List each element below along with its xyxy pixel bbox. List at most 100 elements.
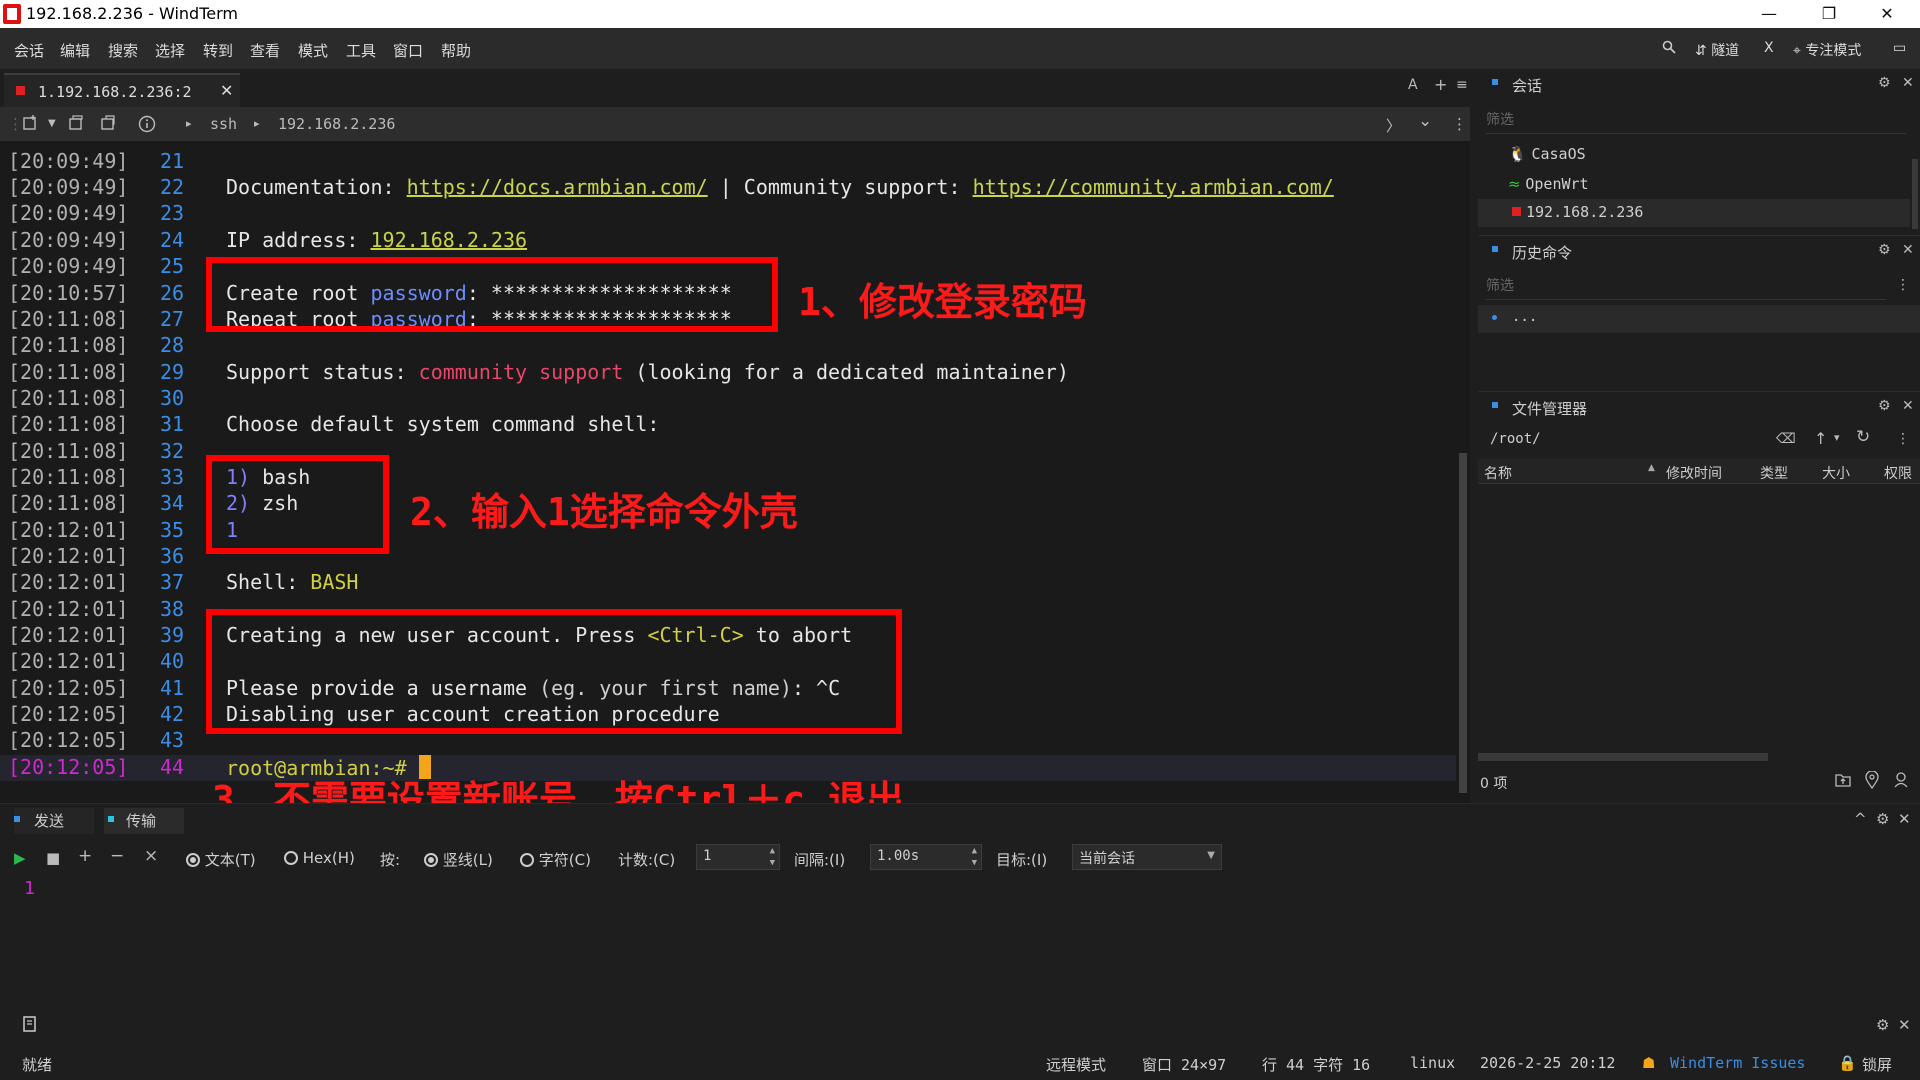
col-size[interactable]: 大小 (1822, 463, 1850, 483)
col-permission[interactable]: 权限 (1884, 463, 1912, 483)
settings-location-icon[interactable] (1892, 771, 1910, 793)
protocol-label[interactable]: ssh (210, 115, 237, 133)
x-button[interactable]: X (1764, 40, 1774, 56)
history-filter-input[interactable]: 筛选 (1486, 275, 1886, 300)
file-list-header: 名称 ▲ 修改时间 类型 大小 权限 (1478, 459, 1920, 484)
lock-screen-button[interactable]: 锁屏 (1862, 1054, 1892, 1075)
stop-icon[interactable]: ■ (46, 849, 60, 867)
ip-link[interactable]: 192.168.2.236 (371, 228, 528, 252)
menu-search[interactable]: 搜索 (108, 40, 138, 61)
tab-menu-icon[interactable]: ≡ (1456, 77, 1468, 93)
location-icon[interactable] (1864, 770, 1880, 793)
close-icon[interactable]: ✕ (1902, 242, 1914, 258)
close-icon[interactable]: ✕ (1902, 398, 1914, 414)
minimize-button[interactable]: — (1740, 0, 1798, 28)
gear-icon[interactable]: ⚙ (1876, 1016, 1889, 1034)
gear-icon[interactable]: ⚙ (1878, 75, 1891, 91)
col-mtime[interactable]: 修改时间 (1666, 463, 1722, 483)
session-tab[interactable]: 1.192.168.2.236:2 ✕ (4, 73, 240, 108)
panel-toggle-icon[interactable] (22, 1016, 38, 1036)
char-radio[interactable]: 字符(C) (520, 849, 591, 870)
more-icon[interactable]: ⋮ (1896, 277, 1910, 293)
add-icon[interactable]: + (78, 846, 92, 866)
hex-mode-radio[interactable]: Hex(H) (284, 849, 355, 867)
terminal-scrollbar[interactable] (1456, 141, 1470, 803)
more-icon[interactable]: ⋮ (1452, 115, 1467, 133)
forward-icon[interactable]: 〉 (1386, 115, 1401, 136)
file-path-input[interactable]: /root/ (1490, 431, 1541, 447)
upload-icon[interactable] (1834, 771, 1852, 793)
menu-goto[interactable]: 转到 (203, 40, 233, 61)
session-item-openwrt[interactable]: ≈ OpenWrt (1508, 175, 1589, 193)
history-item[interactable]: ... (1478, 305, 1920, 333)
community-link[interactable]: https://community.armbian.com/ (973, 175, 1334, 199)
new-session-icon[interactable] (22, 115, 38, 135)
session-item-current[interactable]: 192.168.2.236 (1478, 199, 1910, 227)
sessions-scrollbar[interactable] (1912, 159, 1918, 229)
search-icon[interactable] (1662, 40, 1676, 58)
vertical-radio[interactable]: 竖线(L) (424, 849, 493, 870)
refresh-icon[interactable]: ↻ (1856, 427, 1870, 447)
menu-mode[interactable]: 模式 (298, 40, 328, 61)
restore-button[interactable]: ❐ (1800, 0, 1858, 28)
status-window-size[interactable]: 窗口 24×97 (1142, 1054, 1226, 1075)
session-filter-input[interactable]: 筛选 (1486, 109, 1906, 134)
status-os[interactable]: linux (1410, 1054, 1455, 1072)
issues-link[interactable]: WindTerm Issues (1670, 1054, 1805, 1072)
gear-icon[interactable]: ⚙ (1878, 398, 1891, 414)
font-icon[interactable]: A (1408, 77, 1418, 93)
target-select[interactable]: 当前会话 ▼ (1072, 844, 1222, 870)
play-icon[interactable]: ▶ (14, 849, 26, 867)
tab-send[interactable]: 发送 (14, 808, 94, 834)
new-tab-icon[interactable]: + (1434, 75, 1447, 94)
clear-icon[interactable]: × (144, 846, 158, 866)
text-mode-radio[interactable]: 文本(T) (186, 849, 256, 870)
gear-icon[interactable]: ⚙ (1876, 810, 1889, 828)
status-cursor-pos[interactable]: 行 44 字符 16 (1262, 1054, 1370, 1075)
files-horizontal-scrollbar[interactable] (1478, 753, 1768, 761)
scrollbar-thumb[interactable] (1459, 453, 1467, 793)
clear-path-icon[interactable]: ⌫ (1776, 431, 1796, 447)
count-spinbox[interactable]: 1 ▲ ▼ (696, 844, 780, 870)
annotation-box-password (206, 257, 778, 332)
tunnel-button[interactable]: ⇵ 隧道 (1695, 40, 1739, 60)
status-mode[interactable]: 远程模式 (1046, 1054, 1106, 1075)
menu-help[interactable]: 帮助 (441, 40, 471, 61)
close-icon[interactable]: ✕ (1898, 1016, 1911, 1034)
col-type[interactable]: 类型 (1760, 463, 1788, 483)
parent-dir-icon[interactable]: ↑ (1814, 429, 1827, 448)
session-item-casaos[interactable]: 🐧 CasaOS (1508, 145, 1586, 163)
chevron-down-icon[interactable]: ⌄ (1418, 111, 1432, 131)
gear-icon[interactable]: ⚙ (1878, 242, 1891, 258)
menu-window[interactable]: 窗口 (393, 40, 423, 61)
caret-up-icon[interactable]: ^ (1854, 810, 1867, 828)
focus-mode-button[interactable]: ⌖ 专注模式 (1793, 40, 1861, 60)
menu-view[interactable]: 查看 (250, 40, 280, 61)
chevron-down-icon[interactable]: ▼ (48, 118, 56, 129)
lock-icon[interactable]: 🔒 (1838, 1054, 1857, 1072)
menu-session[interactable]: 会话 (14, 40, 44, 61)
close-window-button[interactable]: ✕ (1858, 0, 1916, 28)
host-label[interactable]: 192.168.2.236 (278, 115, 395, 133)
more-icon[interactable]: ⋮ (1896, 431, 1910, 447)
tab-bar: 1.192.168.2.236:2 ✕ A + ≡ (0, 69, 1470, 108)
menu-edit[interactable]: 编辑 (60, 40, 90, 61)
minus-icon[interactable]: − (110, 846, 124, 866)
close-icon[interactable]: ✕ (1898, 810, 1911, 828)
tab-transfer[interactable]: 传输 (104, 808, 184, 834)
chevron-down-icon[interactable]: ▾ (1834, 431, 1840, 444)
col-name[interactable]: 名称 (1484, 463, 1512, 483)
menu-select[interactable]: 选择 (155, 40, 185, 61)
info-icon[interactable] (138, 115, 156, 137)
layout-icon[interactable]: ▭ (1893, 40, 1906, 56)
terminal-output[interactable]: [20:09:49] 21 [20:09:49] 22 Documentation: … (0, 141, 1456, 822)
tab-close-icon[interactable]: ✕ (220, 81, 233, 100)
terminal-line: [20:11:08] 29 Support status: community su… (8, 360, 1069, 384)
send-input-text[interactable]: 1 (24, 878, 35, 899)
duplicate-session-icon[interactable] (68, 115, 84, 135)
menu-tools[interactable]: 工具 (346, 40, 376, 61)
clone-session-icon[interactable] (100, 115, 116, 135)
close-icon[interactable]: ✕ (1902, 75, 1914, 91)
docs-link[interactable]: https://docs.armbian.com/ (407, 175, 708, 199)
interval-spinbox[interactable]: 1.00s ▲ ▼ (870, 844, 982, 870)
